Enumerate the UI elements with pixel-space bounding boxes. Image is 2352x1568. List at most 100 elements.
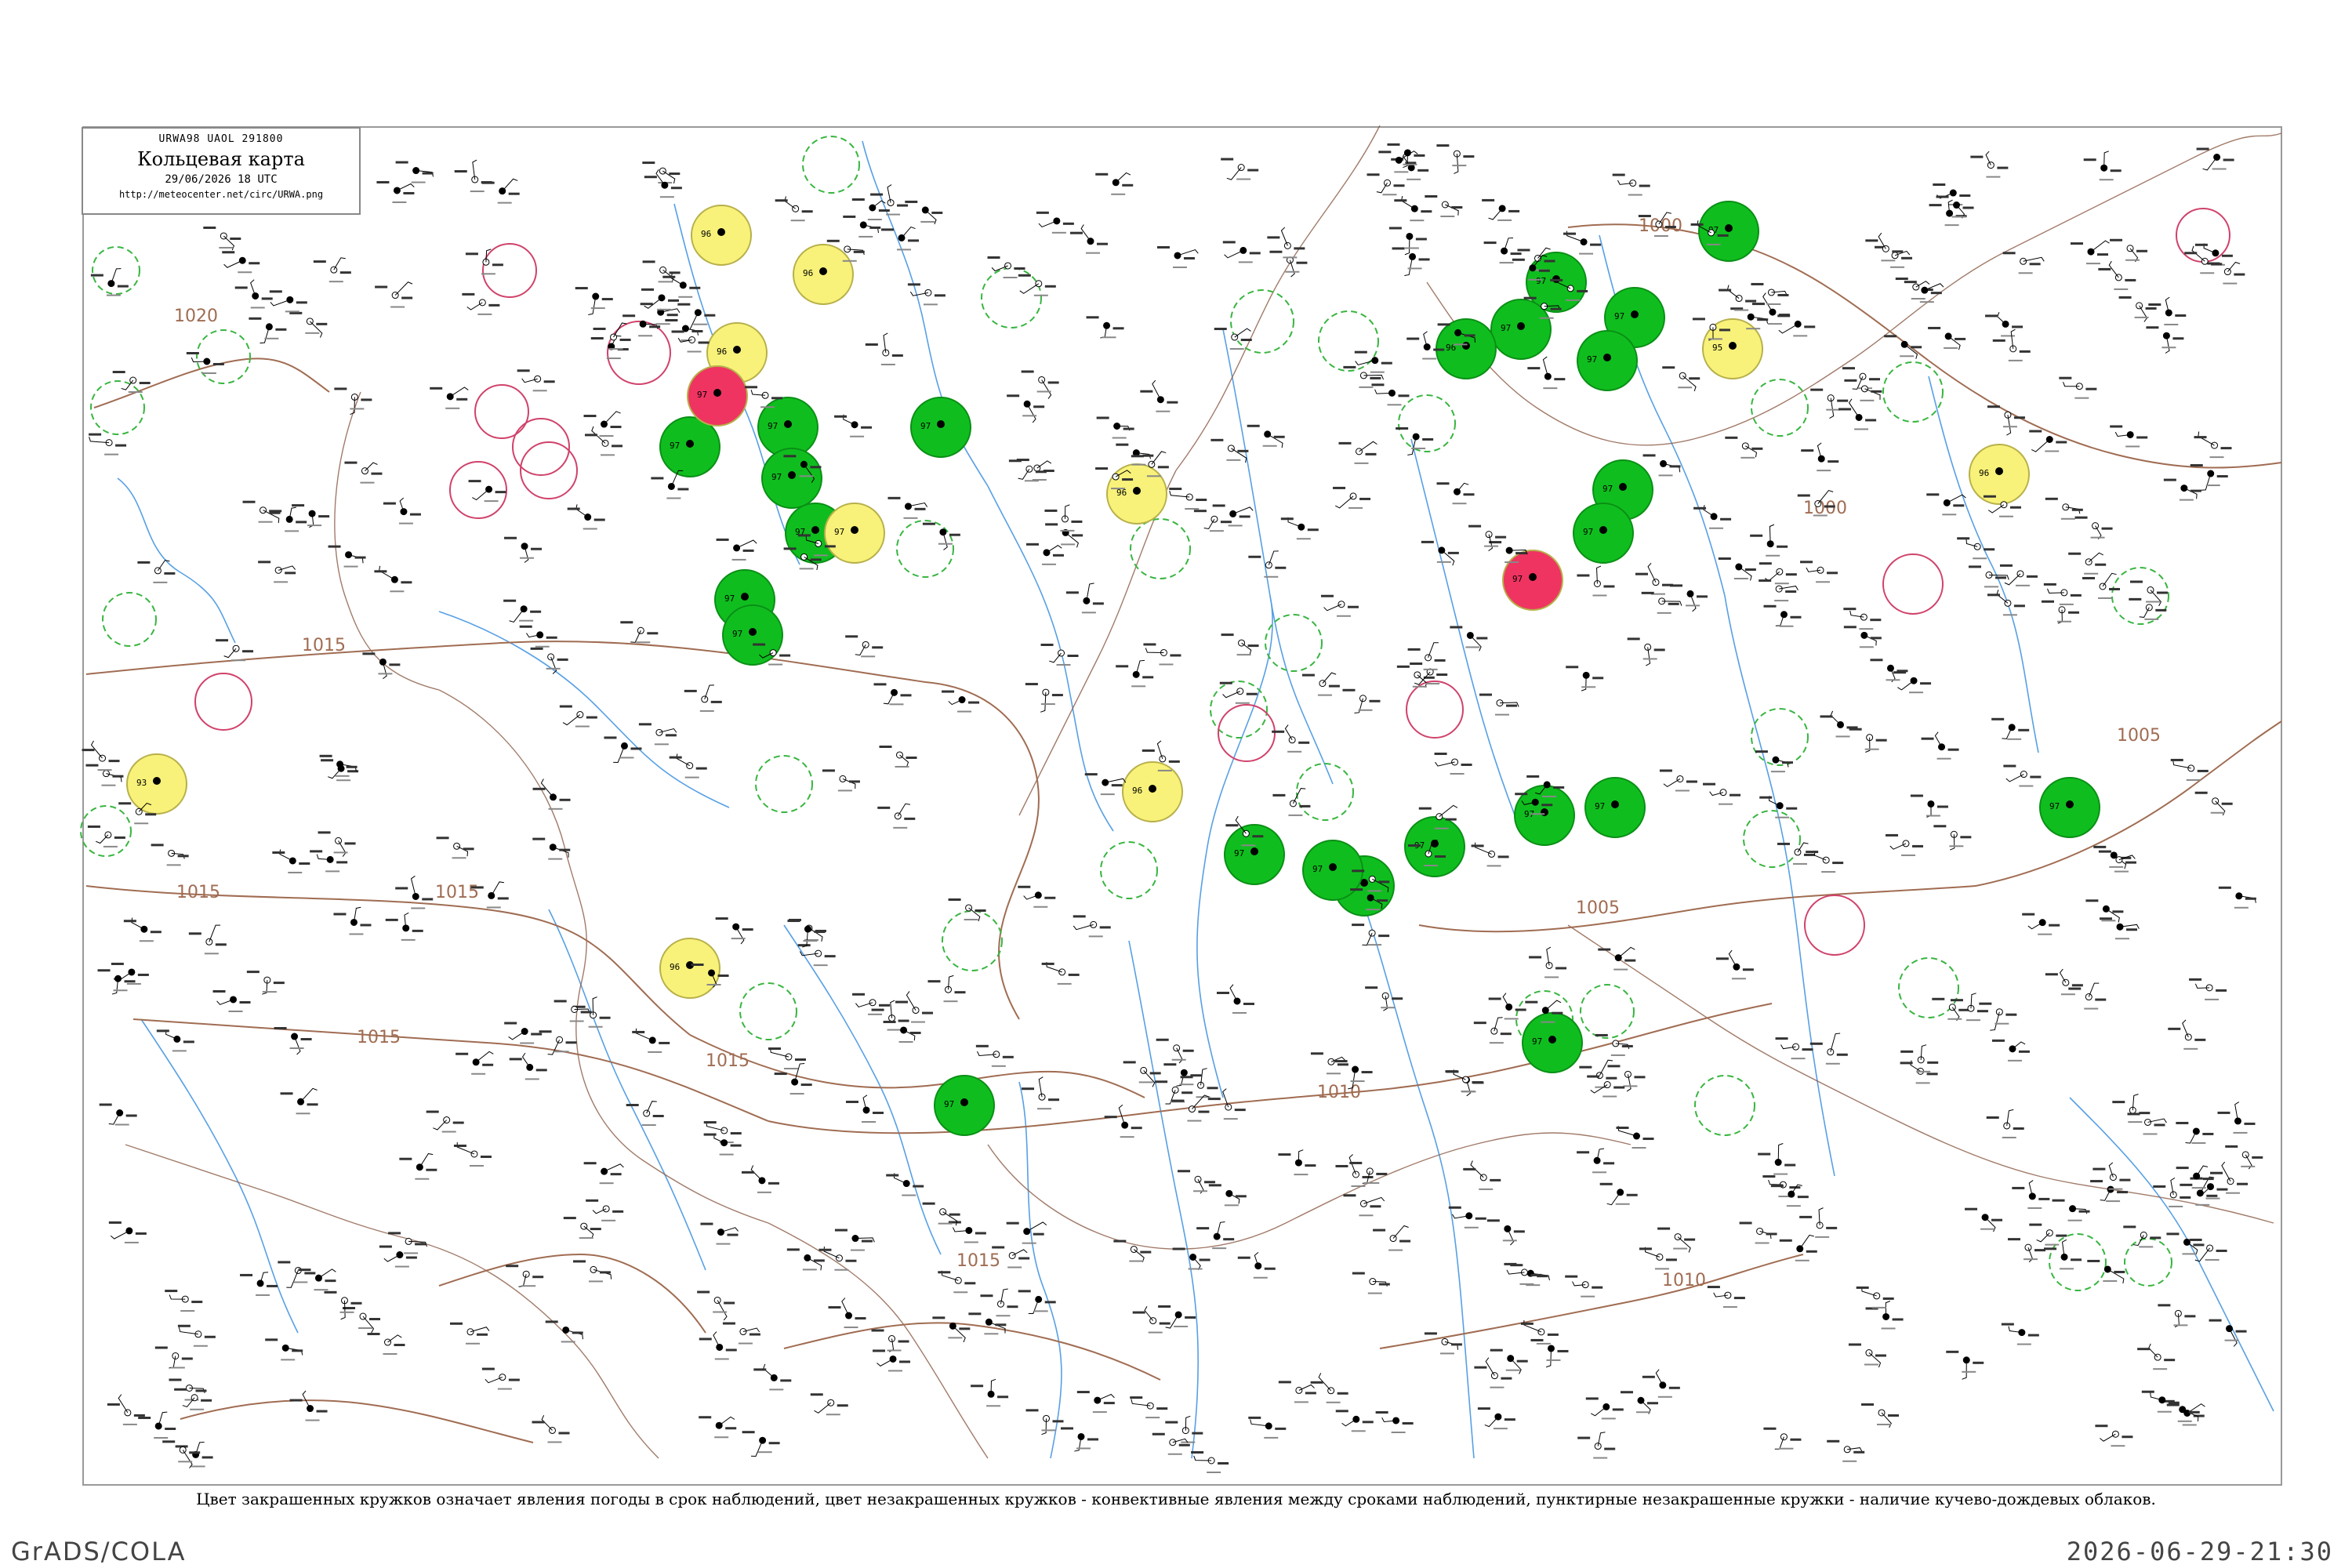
station-plot	[905, 200, 943, 225]
station-plot	[1490, 1348, 1528, 1374]
station-plot	[1169, 488, 1207, 510]
station-plot	[1921, 731, 1959, 760]
station-plot	[1986, 1109, 2024, 1138]
station-plot	[2123, 1225, 2161, 1248]
station-dot	[1462, 342, 1470, 350]
isobar-label: 1005	[1576, 898, 1620, 918]
station-plot	[1992, 328, 2031, 361]
station-plot	[2059, 376, 2097, 399]
station-plot	[395, 161, 434, 183]
station-plot	[2110, 425, 2148, 448]
station-plot	[1025, 543, 1064, 565]
station-plot	[1143, 643, 1181, 666]
station-plot	[1342, 688, 1381, 713]
station-plot	[845, 635, 884, 658]
cb-rings	[80, 136, 2172, 1291]
station-plot	[2146, 326, 2184, 354]
station-plot	[2003, 764, 2042, 787]
station-plot	[1375, 1410, 1414, 1433]
station-plot	[1388, 227, 1427, 256]
station-value: 97	[1583, 527, 1593, 537]
station-plot	[1884, 335, 1922, 359]
station-plot	[1809, 1033, 1848, 1065]
station-plot	[697, 1290, 735, 1321]
station-plot	[554, 1000, 592, 1022]
station-plot	[1856, 1286, 1894, 1308]
station-plot	[2141, 1390, 2180, 1413]
station-marker-yellow: 96	[1969, 444, 2030, 505]
station-value: 97	[1587, 354, 1597, 365]
station-plot	[165, 1290, 203, 1312]
station-plot	[852, 993, 891, 1015]
station-plot	[385, 912, 423, 941]
station-plot	[1799, 1207, 1838, 1238]
station-plot	[665, 319, 703, 342]
station-plot	[2001, 1323, 2039, 1345]
station-marker-green: 97	[659, 416, 720, 477]
station-plot	[828, 1298, 866, 1329]
station-plot	[2137, 1343, 2176, 1370]
station-dot	[749, 628, 757, 636]
station-plot	[1436, 482, 1475, 505]
isobar-label: 1015	[357, 1028, 401, 1047]
station-plot	[1838, 398, 1877, 430]
station-plot	[1065, 583, 1104, 614]
station-plot	[2098, 260, 2136, 290]
station-plot	[1335, 1410, 1374, 1432]
station-dot	[1329, 863, 1337, 871]
station-plot	[1222, 241, 1261, 263]
station-plot	[1207, 1088, 1246, 1120]
station-dot	[784, 420, 792, 428]
isobar-label: 1020	[174, 307, 218, 326]
station-plot	[1707, 1286, 1745, 1308]
station-plot	[677, 303, 716, 330]
station-plot	[506, 1265, 544, 1287]
station-plot	[2225, 1145, 2263, 1170]
station-value: 97	[1536, 276, 1546, 286]
station-plot	[1842, 367, 1881, 390]
station-plot	[671, 330, 710, 353]
station-plot	[2166, 1403, 2205, 1426]
station-plot	[1763, 604, 1802, 627]
station-plot	[1178, 1170, 1216, 1194]
station-plot	[379, 1245, 417, 1268]
station-dot	[686, 440, 694, 448]
station-plot	[886, 1173, 924, 1196]
station-plot	[1367, 173, 1405, 196]
station-plot	[753, 1363, 792, 1391]
station-plot	[468, 480, 506, 503]
station-plot	[980, 1288, 1018, 1317]
station-plot	[532, 837, 571, 860]
station-plot	[700, 1222, 739, 1245]
station-plot	[1642, 1369, 1680, 1398]
station-plot	[1936, 195, 1974, 219]
station-plot	[1703, 782, 1741, 805]
station-plot	[456, 1051, 494, 1075]
station-value: 97	[1501, 323, 1511, 333]
station-plot	[2118, 296, 2157, 322]
station-plot	[1693, 505, 1732, 529]
station-value: 97	[771, 472, 782, 482]
bulletin-code: URWA98 UAOL 291800	[158, 133, 284, 145]
station-plot	[278, 1261, 316, 1288]
station-dot	[2066, 800, 2074, 808]
station-plot	[1670, 584, 1708, 612]
station-value: 96	[701, 229, 711, 239]
station-plot	[269, 290, 307, 313]
station-plot	[1751, 282, 1789, 305]
map-title: Кольцевая карта	[137, 148, 305, 170]
station-plot	[1577, 1148, 1615, 1174]
borders	[125, 125, 2282, 1459]
station-plot	[907, 283, 946, 306]
station-plot	[156, 1029, 194, 1052]
station-plot	[1957, 537, 1995, 560]
station-plot	[1965, 1207, 2003, 1232]
station-plot	[1865, 1301, 1904, 1330]
station-value: 96	[803, 268, 813, 278]
station-plot	[583, 1162, 624, 1185]
station-dot	[717, 228, 725, 236]
station-plot	[948, 898, 986, 922]
isobar-label: 1015	[302, 636, 346, 655]
station-plot	[1463, 1160, 1501, 1190]
station-plot	[1488, 993, 1526, 1020]
